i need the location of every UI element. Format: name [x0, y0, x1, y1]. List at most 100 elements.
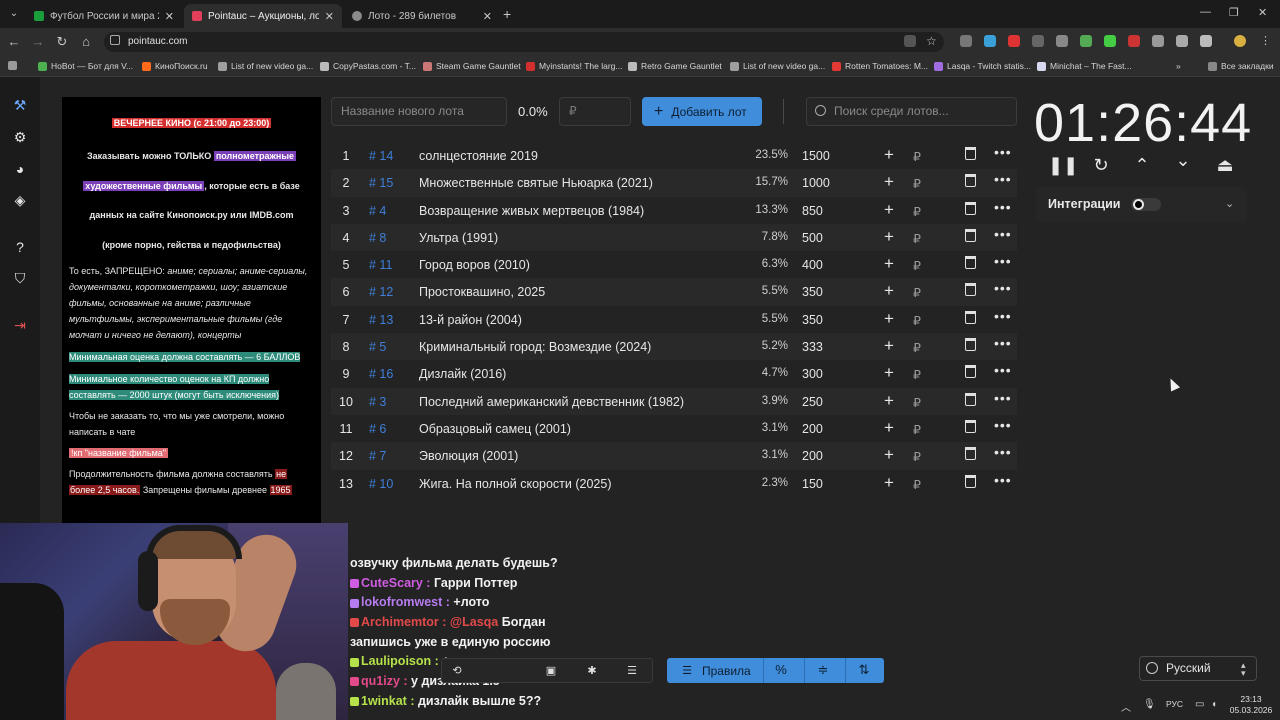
extension-icon[interactable]	[1032, 35, 1044, 47]
lot-row[interactable]: 4 # 8 Ультра (1991) 7.8% 500 + ₽ •••	[331, 223, 1017, 252]
integrations-toggle[interactable]	[1131, 198, 1161, 211]
chevron-down-icon[interactable]: ⌄	[1171, 150, 1195, 171]
all-bookmarks-folder[interactable]: Все закладки	[1208, 61, 1274, 71]
currency-field[interactable]: ₽	[913, 204, 921, 219]
lot-name[interactable]: Эволюция (2001)	[419, 449, 518, 463]
add-amount-icon[interactable]: +	[884, 254, 894, 274]
save-icon[interactable]: ▣	[543, 664, 559, 677]
lot-row[interactable]: 6 # 12 Простоквашино, 2025 5.5% 350 + ₽ •••	[331, 278, 1017, 306]
trash-icon[interactable]	[965, 419, 976, 436]
wheel-icon[interactable]: ◕	[10, 159, 30, 179]
chevron-down-icon[interactable]: ⌄	[1225, 197, 1234, 210]
apps-grid-icon[interactable]	[8, 61, 21, 70]
tray-expand-icon[interactable]: ︿	[1121, 699, 1131, 714]
bookmark-item[interactable]: Lasqa - Twitch statis...	[934, 61, 1031, 71]
add-amount-icon[interactable]: +	[884, 336, 894, 356]
lot-row[interactable]: 11 # 6 Образцовый самец (2001) 3.1% 200 + ₽ •••	[331, 415, 1017, 442]
extensions-puzzle-icon[interactable]	[1200, 35, 1212, 47]
lot-row[interactable]: 1 # 14 солнцестояние 2019 23.5% 1500 + ₽ •••	[331, 142, 1017, 169]
currency-field[interactable]: ₽	[913, 395, 921, 410]
profile-avatar[interactable]	[1234, 35, 1246, 47]
trash-icon[interactable]	[965, 338, 976, 354]
lot-id-link[interactable]: # 11	[369, 258, 392, 272]
trash-icon[interactable]	[965, 201, 976, 218]
currency-field[interactable]: ₽	[913, 285, 921, 300]
trash-icon[interactable]	[965, 283, 976, 299]
compact-icon[interactable]: ≑	[815, 662, 831, 678]
extension-icon[interactable]	[1008, 35, 1020, 47]
back-icon[interactable]: ←	[6, 34, 22, 49]
trash-icon[interactable]	[965, 447, 976, 463]
bookmark-item[interactable]: HoBot — Бот для V...	[38, 61, 133, 71]
search-lots-input[interactable]: Поиск среди лотов...	[806, 97, 1017, 126]
sort-icon[interactable]: ⇅	[856, 662, 872, 678]
tab-football[interactable]: Футбол России и мира 2026 · ✕	[26, 4, 182, 28]
add-amount-icon[interactable]: +	[884, 418, 894, 438]
lot-row[interactable]: 13 # 10 Жига. На полной скорости (2025) 2.3…	[331, 470, 1017, 497]
layers-icon[interactable]: ◈	[10, 190, 30, 210]
extension-icon[interactable]	[984, 35, 996, 47]
lot-id-link[interactable]: # 13	[369, 313, 393, 327]
lot-name[interactable]: Простоквашино, 2025	[419, 285, 545, 299]
history-icon[interactable]: ⟲	[449, 664, 465, 677]
lot-id-link[interactable]: # 3	[369, 395, 386, 409]
lot-row[interactable]: 7 # 13 13-й район (2004) 5.5% 350 + ₽ •••	[331, 306, 1017, 333]
lot-name[interactable]: Дизлайк (2016)	[419, 367, 506, 381]
lot-id-link[interactable]: # 16	[369, 367, 393, 381]
pause-icon[interactable]: ❚❚	[1048, 155, 1078, 176]
gear-icon[interactable]: ⚙	[10, 127, 30, 147]
add-amount-icon[interactable]: +	[884, 309, 894, 329]
add-amount-icon[interactable]: +	[884, 145, 894, 165]
extension-icon[interactable]	[960, 35, 972, 47]
translate-icon[interactable]	[904, 35, 916, 47]
extension-icon[interactable]	[1104, 35, 1116, 47]
more-options-icon[interactable]: •••	[994, 226, 1012, 242]
system-clock[interactable]: 23:13 05.03.2026	[1228, 694, 1274, 716]
close-tab-icon[interactable]: ✕	[165, 10, 174, 23]
forward-icon[interactable]: →	[30, 34, 46, 49]
volume-icon[interactable]: ◖	[1211, 699, 1217, 710]
lot-name[interactable]: солнцестояние 2019	[419, 149, 538, 163]
new-lot-name-input[interactable]: Название нового лота	[331, 97, 507, 126]
lot-name[interactable]: Множественные святые Ньюарка (2021)	[419, 176, 653, 190]
add-amount-icon[interactable]: +	[884, 445, 894, 465]
menu-icon[interactable]: ⋮	[1260, 35, 1272, 47]
new-tab-button[interactable]: +	[503, 6, 511, 22]
more-options-icon[interactable]: •••	[994, 472, 1012, 488]
network-icon[interactable]: ▭	[1195, 699, 1204, 710]
add-amount-icon[interactable]: +	[884, 172, 894, 192]
percent-icon[interactable]: %	[773, 662, 789, 677]
trash-icon[interactable]	[965, 392, 976, 409]
lot-name[interactable]: Ультра (1991)	[419, 231, 498, 245]
lot-name[interactable]: Возвращение живых мертвецов (1984)	[419, 204, 644, 218]
rules-icon[interactable]: ☰	[679, 664, 695, 677]
microphone-icon[interactable]: 🎙	[1143, 699, 1156, 710]
currency-field[interactable]: ₽	[913, 477, 921, 492]
lot-row[interactable]: 9 # 16 Дизлайк (2016) 4.7% 300 + ₽ •••	[331, 360, 1017, 387]
shield-icon[interactable]: ⛉	[10, 268, 30, 288]
tab-pointauc[interactable]: Pointauc – Аукционы, лотереи ✕	[184, 4, 342, 28]
currency-field[interactable]: ₽	[913, 340, 921, 355]
currency-field[interactable]: ₽	[913, 422, 921, 437]
add-amount-icon[interactable]: +	[884, 391, 894, 411]
add-amount-icon[interactable]: +	[884, 281, 894, 301]
lot-name[interactable]: 13-й район (2004)	[419, 313, 522, 327]
bookmark-item[interactable]: List of new video ga...	[730, 61, 825, 71]
bookmark-item[interactable]: Rotten Tomatoes: M...	[832, 61, 928, 71]
add-amount-icon[interactable]: +	[884, 363, 894, 383]
lot-id-link[interactable]: # 15	[369, 176, 393, 190]
lot-name[interactable]: Криминальный город: Возмездие (2024)	[419, 340, 651, 354]
restart-icon[interactable]: ↻	[1089, 155, 1113, 176]
reload-icon[interactable]: ↻	[54, 34, 70, 50]
add-amount-icon[interactable]: +	[884, 227, 894, 247]
bookmark-item[interactable]: Steam Game Gauntlet	[423, 61, 521, 71]
more-options-icon[interactable]: •••	[994, 362, 1012, 378]
lot-row[interactable]: 8 # 5 Криминальный город: Возмездие (2024)…	[331, 333, 1017, 361]
rules-button[interactable]: Правила	[702, 664, 751, 678]
lot-row[interactable]: 5 # 11 Город воров (2010) 6.3% 400 + ₽ •••	[331, 251, 1017, 278]
currency-field[interactable]: ₽	[913, 449, 921, 464]
home-icon[interactable]: ⌂	[78, 34, 94, 49]
lot-row[interactable]: 12 # 7 Эволюция (2001) 3.1% 200 + ₽ •••	[331, 442, 1017, 470]
more-options-icon[interactable]: •••	[994, 390, 1012, 406]
more-options-icon[interactable]: •••	[994, 199, 1012, 215]
